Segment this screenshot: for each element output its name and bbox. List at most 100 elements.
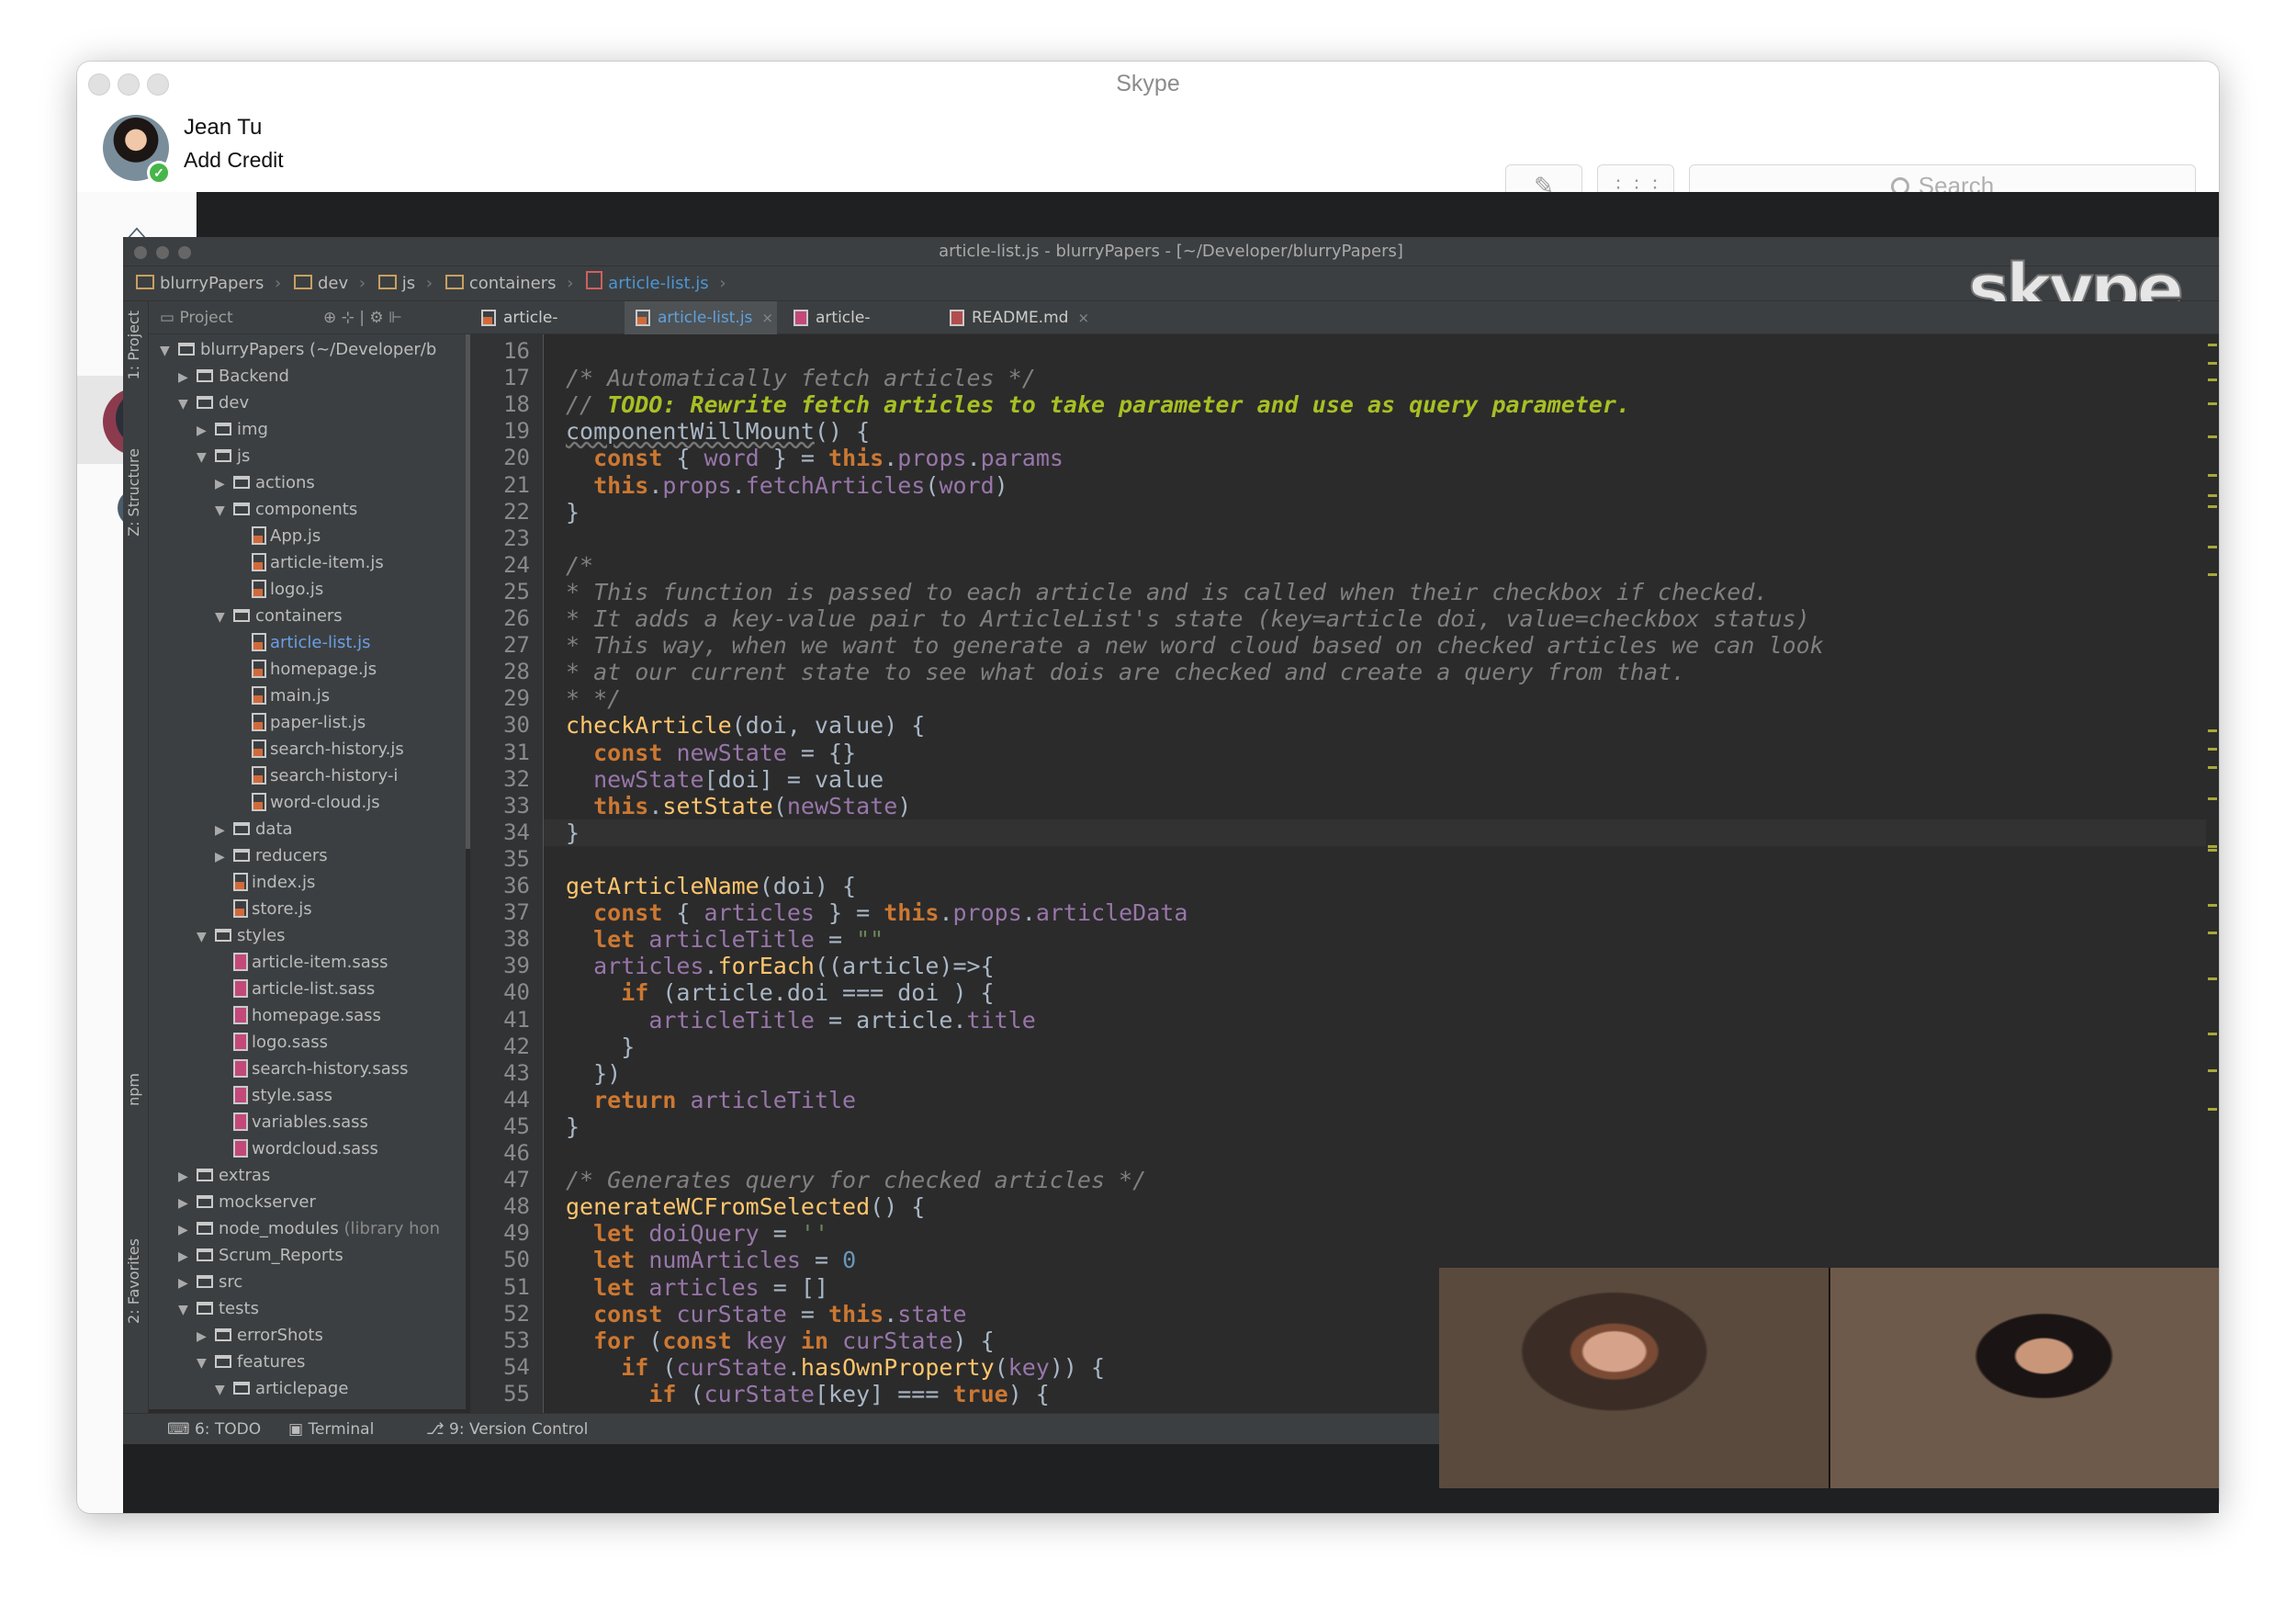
expand-right-icon[interactable]: ▶ [178,1217,197,1244]
structure-side-tab[interactable]: Z: Structure [125,448,142,537]
breadcrumb-item[interactable]: article-list.js [586,266,726,301]
project-label[interactable]: Project [179,309,232,327]
expand-right-icon[interactable]: ▶ [197,1324,215,1350]
tree-file[interactable]: store.js [215,896,312,922]
tree-file[interactable]: index.js [215,869,315,896]
self-video-feed[interactable] [1830,1268,2219,1488]
warning-mark[interactable] [2208,797,2217,800]
expand-down-icon[interactable]: ▼ [178,391,197,418]
error-stripe[interactable] [2206,334,2219,1413]
warning-mark[interactable] [2208,845,2217,848]
expand-right-icon[interactable]: ▶ [178,365,197,391]
tree-file[interactable]: article-list.sass [215,976,375,1002]
video-call-panel[interactable] [1439,1268,2219,1488]
warning-mark[interactable] [2208,932,2217,934]
expand-right-icon[interactable]: ▶ [178,1271,197,1297]
tree-folder[interactable]: ▼ containers [215,603,343,629]
tree-folder[interactable]: ▶ Backend [178,363,289,390]
tree-file[interactable]: search-history-i [233,762,398,789]
user-name[interactable]: Jean Tu [184,115,262,141]
tree-folder[interactable]: ▼ features [197,1349,305,1375]
expand-right-icon[interactable]: ▶ [178,1191,197,1217]
tree-file[interactable]: main.js [233,683,330,709]
tree-folder[interactable]: ▶ extras [178,1162,270,1189]
editor-tab[interactable]: article-item.sass× [782,301,933,360]
warning-mark[interactable] [2208,573,2217,576]
tree-file[interactable]: logo.js [233,576,323,603]
tree-file[interactable]: paper-list.js [233,709,366,736]
breadcrumb-item[interactable]: containers [445,266,574,301]
expand-down-icon[interactable]: ▼ [215,604,233,631]
tree-folder[interactable]: ▶ node_modules (library hon [178,1215,440,1242]
tree-folder[interactable]: ▼ components [215,496,357,523]
tree-file[interactable]: word-cloud.js [233,789,380,816]
npm-side-tab[interactable]: npm [125,1073,142,1106]
close-tab-icon[interactable]: × [761,310,773,326]
expand-down-icon[interactable]: ▼ [197,1350,215,1377]
expand-right-icon[interactable]: ▶ [197,418,215,445]
warning-mark[interactable] [2208,977,2217,980]
tree-file[interactable]: article-list.js [233,629,371,656]
tree-folder[interactable]: ▼ styles [197,922,286,949]
editor-tab[interactable]: article-list.js × [625,301,777,334]
tree-file[interactable]: App.js [233,523,321,549]
breadcrumb-item[interactable]: blurryPapers [136,266,281,301]
expand-down-icon[interactable]: ▼ [215,498,233,525]
tree-file[interactable]: search-history.sass [215,1056,409,1082]
tree-file[interactable]: wordcloud.sass [215,1135,378,1162]
expand-down-icon[interactable]: ▼ [197,445,215,471]
tree-folder[interactable]: ▶ Scrum_Reports [178,1242,343,1269]
minimize-button[interactable] [118,73,140,96]
tree-file[interactable]: style.sass [215,1082,332,1109]
tree-folder[interactable]: ▼ js [197,443,250,469]
warning-mark[interactable] [2208,1033,2217,1035]
tree-file[interactable]: search-history.js [233,736,404,762]
tree-folder[interactable]: ▶ actions [215,469,315,496]
tree-folder[interactable]: ▶ data [215,816,293,842]
warning-mark[interactable] [2208,904,2217,907]
tree-folder[interactable]: ▶ img [197,416,268,443]
tree-folder[interactable]: ▼ dev [178,390,249,416]
expand-down-icon[interactable]: ▼ [215,1377,233,1404]
editor-tab[interactable]: article-item.js× [470,301,622,360]
tree-folder[interactable]: ▼ blurryPapers (~/Developer/b [160,336,436,363]
expand-down-icon[interactable]: ▼ [160,338,178,365]
warning-mark[interactable] [2208,344,2217,346]
warning-mark[interactable] [2208,402,2217,405]
warning-mark[interactable] [2208,505,2217,508]
warning-mark[interactable] [2208,729,2217,732]
tree-file[interactable]: variables.sass [215,1109,368,1135]
project-side-tab[interactable]: 1: Project [125,311,142,379]
warning-mark[interactable] [2208,474,2217,477]
warning-mark[interactable] [2208,1069,2217,1072]
warning-mark[interactable] [2208,546,2217,548]
code-editor[interactable]: /* Automatically fetch articles */// TOD… [544,334,2206,1413]
tree-file[interactable]: logo.sass [215,1029,328,1056]
warning-mark[interactable] [2208,1108,2217,1111]
tree-folder[interactable]: ▶ mockserver [178,1189,316,1215]
warning-mark[interactable] [2208,494,2217,497]
tree-folder[interactable]: ▼ articlepage [215,1375,348,1402]
tree-folder[interactable]: ▶ errorShots [197,1322,323,1349]
editor-tab[interactable]: README.md × [939,301,1089,334]
tree-folder[interactable]: ▼ tests [178,1295,259,1322]
tree-folder[interactable]: ▶ reducers [215,842,328,869]
warning-mark[interactable] [2208,435,2217,438]
zoom-button[interactable] [147,73,169,96]
expand-right-icon[interactable]: ▶ [215,471,233,498]
favorites-side-tab[interactable]: 2: Favorites [125,1238,142,1324]
tree-file[interactable]: article-item.sass [215,949,388,976]
expand-right-icon[interactable]: ▶ [178,1164,197,1191]
tree-folder[interactable]: ▶ src [178,1269,242,1295]
warning-mark[interactable] [2208,378,2217,381]
breadcrumb-item[interactable]: dev [294,266,366,301]
warning-mark[interactable] [2208,748,2217,751]
expand-right-icon[interactable]: ▶ [178,1244,197,1271]
warning-mark[interactable] [2208,766,2217,769]
add-credit-link[interactable]: Add Credit [184,148,284,173]
close-tab-icon[interactable]: × [1077,310,1089,326]
expand-right-icon[interactable]: ▶ [215,818,233,844]
warning-mark[interactable] [2208,849,2217,852]
version-control-tab[interactable]: ⎇ 9: Version Control [426,1414,588,1445]
breadcrumb-item[interactable]: js [378,266,433,301]
